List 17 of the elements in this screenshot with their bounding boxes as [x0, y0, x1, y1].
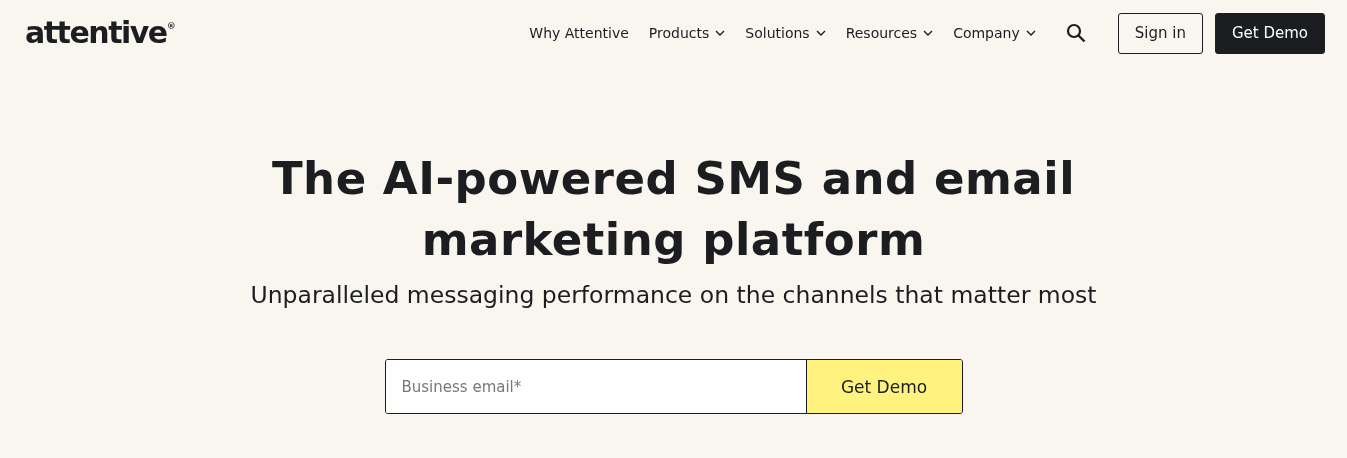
nav-link[interactable]: Products — [648, 25, 726, 41]
hero-subtitle: Unparalleled messaging performance on the channels that matter most — [250, 281, 1097, 309]
chevron-down-icon — [1025, 30, 1036, 36]
email-field[interactable]: Business email* — [385, 360, 807, 413]
sign-in-button[interactable]: Sign in — [1117, 12, 1203, 54]
get-demo-button[interactable]: Get Demo — [806, 360, 962, 413]
chevron-down-icon — [923, 30, 934, 36]
get-demo-button[interactable]: Get Demo — [1214, 12, 1325, 54]
chevron-down-icon — [715, 30, 726, 36]
chevron-down-icon — [815, 30, 826, 36]
nav-link[interactable]: Why Attentive — [529, 25, 629, 41]
nav-link[interactable]: Company — [953, 25, 1036, 41]
logo[interactable]: attentive$^{®}$ — [25, 18, 176, 48]
search-icon[interactable] — [1065, 23, 1086, 43]
nav-link[interactable]: Resources — [845, 25, 934, 41]
nav-link[interactable]: Solutions — [745, 25, 826, 41]
hero-title: The AI-powered SMS and email marketing platform — [270, 151, 1077, 268]
